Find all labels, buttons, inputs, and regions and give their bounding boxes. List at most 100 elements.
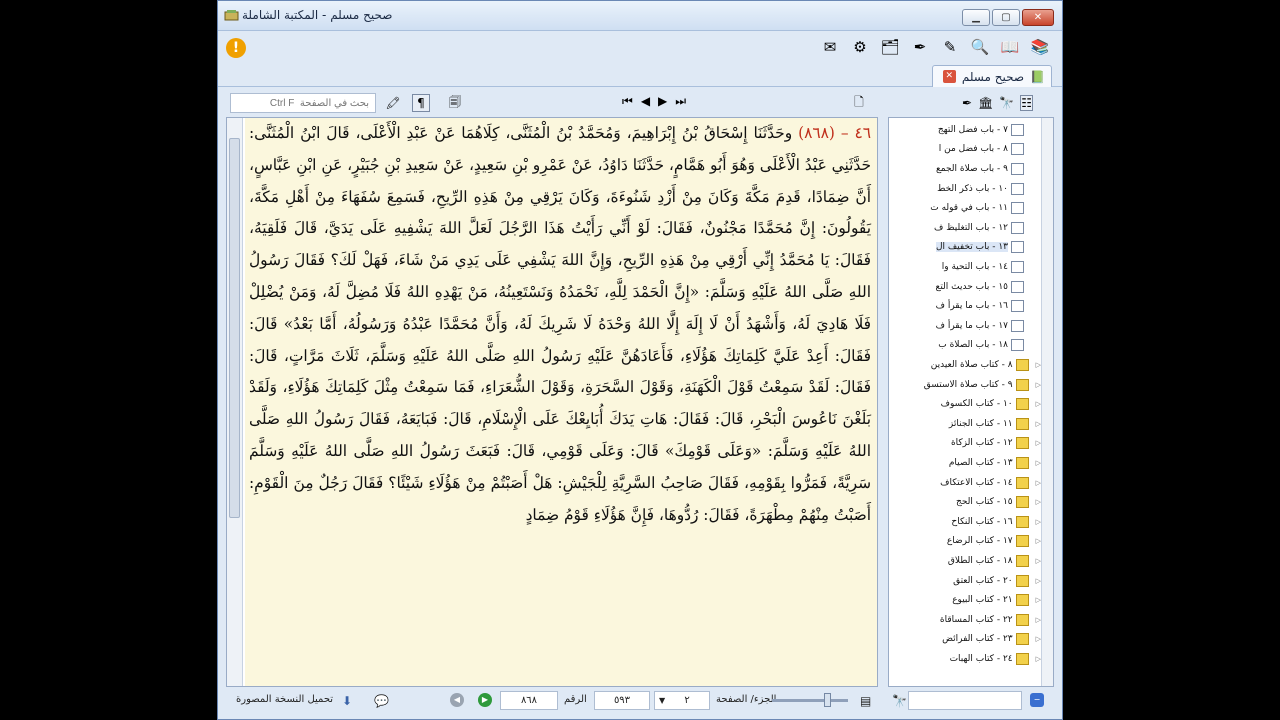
status-bar: تحميل النسخة المصورة ⬇ 💬 ◀ ▶ ٨٦٨ الرقم ٥… <box>224 689 1056 713</box>
previous-page-icon[interactable]: ◀ <box>641 94 650 109</box>
pen-icon[interactable]: ✒ <box>962 96 972 110</box>
tree-chapter-item[interactable]: ١٣ - باب تخفيف ال <box>889 238 1041 258</box>
tree-book-item[interactable]: ▷ ١٢ - كتاب الزكاة <box>889 434 1041 454</box>
tree-item-label: ١٠ - باب ذكر الخط <box>937 183 1008 194</box>
tree-book-item[interactable]: ▷ ٢٠ - كتاب العتق <box>889 571 1041 591</box>
tree-book-item[interactable]: ▷ ٨ - كتاب صلاة العيدين <box>889 355 1041 375</box>
zoom-slider[interactable] <box>772 693 848 707</box>
tree-item-label: ٢٣ - كتاب الفرائض <box>942 634 1013 645</box>
folder-icon <box>1015 554 1029 567</box>
folder-icon <box>1015 633 1029 646</box>
scroll-thumb[interactable] <box>229 138 240 518</box>
text-format-icon[interactable]: ¶ <box>412 94 430 112</box>
tree-chapter-item[interactable]: ٨ - باب فضل من ا <box>889 140 1041 160</box>
library-icon[interactable]: 🏛 <box>978 96 993 110</box>
tree-item-label: ١٤ - باب التحية وا <box>941 261 1008 272</box>
tree-view-icon[interactable]: ☷ <box>1020 95 1034 111</box>
open-book-icon[interactable]: 📖 <box>998 36 1022 58</box>
tree-book-item[interactable]: ▷ ١٥ - كتاب الحج <box>889 492 1041 512</box>
tree-book-item[interactable]: ▷ ١٣ - كتاب الصيام <box>889 453 1041 473</box>
search-icon[interactable]: 🔍 <box>968 36 992 58</box>
text-scrollbar[interactable] <box>227 118 243 686</box>
tree-chapter-item[interactable]: ١٠ - باب ذكر الخط <box>889 179 1041 199</box>
tree-item-label: ١٨ - باب الصلاة ب <box>938 340 1008 351</box>
minimize-button[interactable]: ▁ <box>962 9 990 26</box>
folder-icon <box>1015 515 1029 528</box>
tree-chapter-item[interactable]: ١٤ - باب التحية وا <box>889 257 1041 277</box>
tree-chapter-item[interactable]: ١٥ - باب حديث التع <box>889 277 1041 297</box>
tree-chapter-item[interactable]: ١٨ - باب الصلاة ب <box>889 336 1041 356</box>
library-app-icon <box>224 10 239 21</box>
comment-icon[interactable]: 💬 <box>374 694 389 708</box>
hadith-number: ٤٦ – (٨٦٨) <box>792 124 871 142</box>
close-tab-icon[interactable]: ✕ <box>942 70 956 83</box>
tree-item-label: ٧ - باب فضل التهج <box>937 124 1008 135</box>
tab-strip: 📗 صحيح مسلم ✕ <box>218 61 1062 87</box>
zoom-slider-knob[interactable] <box>824 693 831 707</box>
tree-book-item[interactable]: ▷ ٢٣ - كتاب الفرائض <box>889 630 1041 650</box>
new-page-icon[interactable]: 🗋 <box>850 94 868 112</box>
highlight-icon[interactable]: 🖍 <box>384 94 402 112</box>
document-icon <box>1011 339 1024 352</box>
edit-note-icon[interactable]: ✎ <box>938 36 962 58</box>
tree-chapter-item[interactable]: ٩ - باب صلاة الجمع <box>889 159 1041 179</box>
document-icon <box>1011 300 1024 313</box>
application-window: صحيح مسلم - المكتبة الشاملة ▁ ▢ ✕ ! ✉ ⚙ … <box>217 0 1063 720</box>
binoculars-search-icon[interactable]: 🔭 <box>892 694 907 708</box>
volume-select[interactable]: ▼ ٢ <box>654 691 710 710</box>
library-books-icon[interactable]: 📚 <box>1028 36 1052 58</box>
tree-book-item[interactable]: ▷ ١٦ - كتاب النكاح <box>889 512 1041 532</box>
document-icon <box>1011 123 1024 136</box>
title-bar[interactable]: صحيح مسلم - المكتبة الشاملة ▁ ▢ ✕ <box>218 1 1062 31</box>
copy-page-icon[interactable]: 🗐 <box>446 94 464 112</box>
index-card-icon[interactable]: 🗂 <box>878 36 902 58</box>
tab-sahih-muslim[interactable]: 📗 صحيح مسلم ✕ <box>932 65 1052 87</box>
last-page-icon[interactable]: ⏭ <box>675 94 686 109</box>
tree-search-input[interactable] <box>908 691 1022 710</box>
next-page-icon[interactable]: ▶ <box>658 94 667 109</box>
first-page-icon[interactable]: ⏮ <box>622 94 633 109</box>
tree-book-item[interactable]: ▷ ٢٤ - كتاب الهبات <box>889 649 1041 669</box>
tree-book-item[interactable]: ▷ ١١ - كتاب الجنائز <box>889 414 1041 434</box>
tree-chapter-item[interactable]: ٧ - باب فضل التهج <box>889 120 1041 140</box>
tree-chapter-item[interactable]: ١٦ - باب ما يقرأ ف <box>889 296 1041 316</box>
tree-book-item[interactable]: ▷ ٢١ - كتاب البيوع <box>889 590 1041 610</box>
tree-book-item[interactable]: ▷ ١٨ - كتاب الطلاق <box>889 551 1041 571</box>
settings-gear-icon[interactable]: ⚙ <box>848 36 872 58</box>
tree-book-item[interactable]: ▷ ١٤ - كتاب الاعتكاف <box>889 473 1041 493</box>
email-icon[interactable]: ✉ <box>818 36 842 58</box>
download-arrow-icon[interactable]: ⬇ <box>342 694 352 708</box>
volume-value: ٢ <box>684 695 690 706</box>
go-circle-icon[interactable]: ▶ <box>478 693 492 707</box>
download-scanned-copy-label[interactable]: تحميل النسخة المصورة <box>236 694 333 705</box>
book-tab-icon: 📗 <box>1030 69 1045 84</box>
folder-icon <box>1015 476 1029 489</box>
folder-icon <box>1015 417 1029 430</box>
tree-chapter-item[interactable]: ١٧ - باب ما يقرأ ف <box>889 316 1041 336</box>
main-toolbar: ! ✉ ⚙ 🗂 ✒ ✎ 🔍 📖 📚 <box>218 31 1062 61</box>
table-of-contents-tree[interactable]: ٧ - باب فضل التهج ٨ - باب فضل من ا ٩ - باب… <box>888 117 1054 687</box>
close-button[interactable]: ✕ <box>1022 9 1054 26</box>
tree-item-label: ١٦ - كتاب النكاح <box>951 516 1013 527</box>
tree-book-item[interactable]: ▷ ١٠ - كتاب الكسوف <box>889 394 1041 414</box>
tree-book-item[interactable]: ▷ ١٧ - كتاب الرضاع <box>889 532 1041 552</box>
tree-item-label: ٢٤ - كتاب الهبات <box>949 653 1013 664</box>
hadith-number-field[interactable]: ٨٦٨ <box>500 691 558 710</box>
maximize-button[interactable]: ▢ <box>992 9 1020 26</box>
page-number-field[interactable]: ٥٩٣ <box>594 691 650 710</box>
tree-book-item[interactable]: ▷ ٩ - كتاب صلاة الاستسق <box>889 375 1041 395</box>
alert-icon[interactable]: ! <box>226 38 246 58</box>
book-text-pane[interactable]: ٤٦ – (٨٦٨) وحَدَّثَنَا إِسْحَاقُ بْنُ إِ… <box>226 117 878 687</box>
tree-scrollbar[interactable] <box>1041 118 1053 686</box>
tree-chapter-item[interactable]: ١١ - باب في قوله ت <box>889 198 1041 218</box>
back-circle-icon[interactable]: ◀ <box>450 693 464 707</box>
minus-icon[interactable]: − <box>1030 693 1044 707</box>
panel-toggle-icon[interactable]: ▤ <box>860 694 871 708</box>
search-in-page-input[interactable] <box>230 93 376 113</box>
tree-chapter-item[interactable]: ١٢ - باب التغليظ ف <box>889 218 1041 238</box>
quill-pen-icon[interactable]: ✒ <box>908 36 932 58</box>
tree-item-label: ٩ - باب صلاة الجمع <box>935 163 1008 174</box>
tree-book-item[interactable]: ▷ ٢٢ - كتاب المساقاة <box>889 610 1041 630</box>
binoculars-icon[interactable]: 🔭 <box>999 96 1014 110</box>
tree-item-label: ١٦ - باب ما يقرأ ف <box>935 301 1008 312</box>
